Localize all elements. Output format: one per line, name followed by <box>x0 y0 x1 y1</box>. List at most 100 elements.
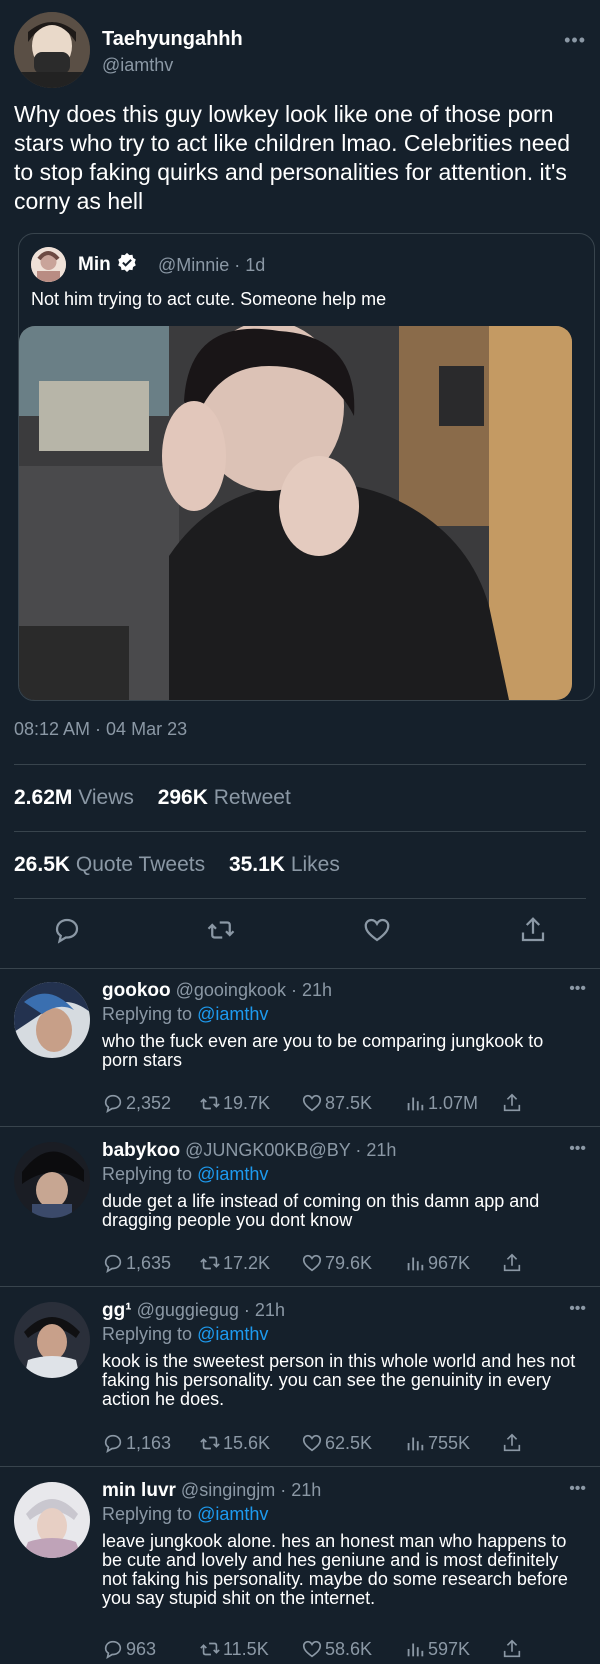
views-label[interactable]: Views <box>78 786 134 809</box>
divider <box>0 968 600 969</box>
reply-item[interactable]: min luvr @singingjm · 21h ••• Replying t… <box>0 1470 600 1664</box>
retweets-label[interactable]: Retweet <box>214 786 291 809</box>
reply-icon[interactable] <box>52 915 82 945</box>
replying-to-link[interactable]: @iamthv <box>197 1004 268 1024</box>
reply-header: gg¹ @guggiegug · 21h <box>102 1300 285 1322</box>
reply-views-button[interactable]: 967K <box>404 1252 470 1274</box>
reply-views-button[interactable]: 1.07M <box>404 1092 478 1114</box>
likes-label[interactable]: Likes <box>291 853 340 876</box>
reply-retweet-button[interactable]: 15.6K <box>199 1432 270 1454</box>
replying-to-link[interactable]: @iamthv <box>197 1164 268 1184</box>
reply-like-button[interactable]: 62.5K <box>301 1432 372 1454</box>
stats-row-1: 2.62M Views 296K Retweet <box>14 786 309 810</box>
replying-to-link[interactable]: @iamthv <box>197 1504 268 1524</box>
views-icon <box>407 1257 424 1271</box>
retweet-count: 11.5K <box>223 1638 269 1659</box>
reply-count: 2,352 <box>126 1092 172 1113</box>
ellipsis-icon[interactable]: ••• <box>569 1300 586 1318</box>
reply-item[interactable]: gookoo @gooingkook · 21h ••• Replying to… <box>0 970 600 1122</box>
tweet-timestamp[interactable]: 08:12 AM · 04 Mar 23 <box>14 719 187 740</box>
views-count: 967K <box>428 1252 471 1273</box>
reply-avatar[interactable] <box>14 1302 90 1378</box>
likes-count[interactable]: 35.1K <box>229 853 285 876</box>
ellipsis-icon[interactable]: ••• <box>564 30 586 51</box>
tweet-text: Why does this guy lowkey look like one o… <box>14 101 571 214</box>
reply-header: gookoo @gooingkook · 21h <box>102 980 332 1002</box>
reply-retweet-button[interactable]: 19.7K <box>199 1092 270 1114</box>
reply-count: 963 <box>126 1638 157 1659</box>
author-avatar[interactable] <box>14 12 90 88</box>
reply-avatar[interactable] <box>14 1482 90 1558</box>
replying-to-link[interactable]: @iamthv <box>197 1324 268 1344</box>
retweet-icon <box>200 1436 220 1450</box>
ellipsis-icon[interactable]: ••• <box>569 1480 586 1498</box>
reply-actions: 2,352 19.7K 87.5K 1.07M <box>102 1092 582 1116</box>
share-icon[interactable] <box>518 915 548 945</box>
reply-views-button[interactable]: 597K <box>404 1638 470 1660</box>
reply-count: 1,163 <box>126 1432 172 1453</box>
reply-text: dude get a life instead of coming on thi… <box>102 1191 540 1230</box>
reply-icon <box>104 1254 122 1273</box>
quote-text: Not him trying to act cute. Someone help… <box>31 289 387 309</box>
reply-author-handle[interactable]: @singingjm · 21h <box>181 1480 321 1500</box>
reply-actions: 963 11.5K 58.6K 597K <box>102 1638 582 1662</box>
like-count: 62.5K <box>325 1432 373 1453</box>
reply-reply-button[interactable]: 1,635 <box>102 1252 171 1274</box>
reply-author-handle[interactable]: @JUNGK00KB@BY · 21h <box>185 1140 396 1160</box>
reply-reply-button[interactable]: 1,163 <box>102 1432 171 1454</box>
views-count[interactable]: 2.62M <box>14 786 72 809</box>
quote-author-handle[interactable]: @Minnie · 1d <box>158 255 265 276</box>
reply-author-handle[interactable]: @guggiegug · 21h <box>137 1300 285 1320</box>
replying-to: Replying to @iamthv <box>102 1504 268 1525</box>
reply-author-name[interactable]: min luvr <box>102 1480 176 1501</box>
retweet-icon <box>200 1096 220 1110</box>
quote-avatar[interactable] <box>31 247 66 282</box>
reply-item[interactable]: gg¹ @guggiegug · 21h ••• Replying to @ia… <box>0 1290 600 1462</box>
quote-photo[interactable] <box>19 326 572 700</box>
like-icon[interactable] <box>362 915 392 945</box>
reply-retweet-button[interactable]: 17.2K <box>199 1252 270 1274</box>
reply-like-button[interactable]: 79.6K <box>301 1252 372 1274</box>
reply-text: kook is the sweetest person in this whol… <box>102 1351 576 1409</box>
author-name[interactable]: Taehyungahhh <box>102 28 243 51</box>
reply-share-button[interactable] <box>501 1432 523 1454</box>
quote-tweets-label[interactable]: Quote Tweets <box>76 853 205 876</box>
retweet-count: 17.2K <box>223 1252 271 1273</box>
reply-author-name[interactable]: gg¹ <box>102 1300 132 1321</box>
reply-item[interactable]: babykoo @JUNGK00KB@BY · 21h ••• Replying… <box>0 1130 600 1282</box>
reply-like-button[interactable]: 87.5K <box>301 1092 372 1114</box>
reply-share-button[interactable] <box>501 1092 523 1114</box>
share-icon <box>503 1253 521 1272</box>
replying-to: Replying to @iamthv <box>102 1324 268 1345</box>
retweet-icon <box>200 1642 220 1656</box>
reply-author-name[interactable]: babykoo <box>102 1140 180 1161</box>
reply-reply-button[interactable]: 963 <box>102 1638 156 1660</box>
reply-share-button[interactable] <box>501 1638 523 1660</box>
retweets-count[interactable]: 296K <box>158 786 208 809</box>
ellipsis-icon[interactable]: ••• <box>569 980 586 998</box>
reply-avatar[interactable] <box>14 1142 90 1218</box>
tweet-header: Taehyungahhh @iamthv ••• <box>14 12 586 88</box>
quote-author-name[interactable]: Min <box>78 254 111 276</box>
tweet-action-bar <box>0 915 600 955</box>
reply-like-button[interactable]: 58.6K <box>301 1638 372 1660</box>
reply-header: min luvr @singingjm · 21h <box>102 1480 321 1502</box>
divider <box>0 1286 600 1287</box>
quote-tweet[interactable]: Min @Minnie · 1d Not him trying to act c… <box>18 233 595 701</box>
reply-header: babykoo @JUNGK00KB@BY · 21h <box>102 1140 396 1162</box>
ellipsis-icon[interactable]: ••• <box>569 1140 586 1158</box>
views-icon <box>407 1643 424 1657</box>
retweet-count: 19.7K <box>223 1092 271 1113</box>
reply-share-button[interactable] <box>501 1252 523 1274</box>
retweet-icon[interactable] <box>206 915 236 945</box>
reply-author-handle[interactable]: @gooingkook · 21h <box>176 980 332 1000</box>
reply-avatar[interactable] <box>14 982 90 1058</box>
reply-views-button[interactable]: 755K <box>404 1432 470 1454</box>
author-handle[interactable]: @iamthv <box>102 55 173 76</box>
reply-author-name[interactable]: gookoo <box>102 980 171 1001</box>
reply-reply-button[interactable]: 2,352 <box>102 1092 171 1114</box>
quote-tweets-count[interactable]: 26.5K <box>14 853 70 876</box>
reply-retweet-button[interactable]: 11.5K <box>199 1638 269 1660</box>
replying-to: Replying to @iamthv <box>102 1164 268 1185</box>
replying-to-label: Replying to <box>102 1504 193 1524</box>
